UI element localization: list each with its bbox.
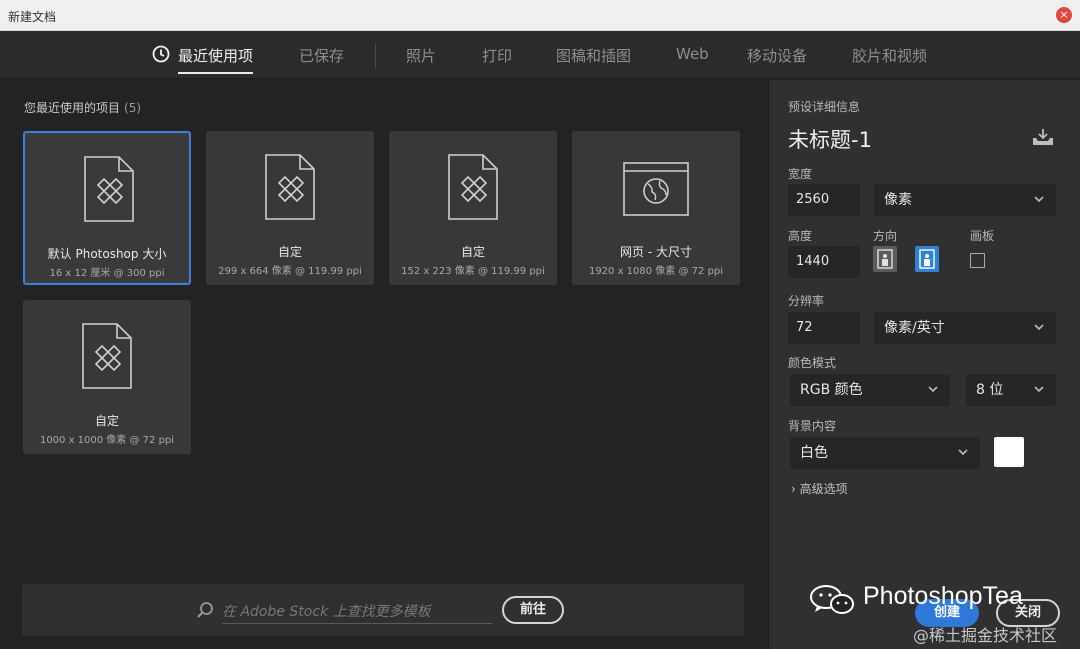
card-meta: 1920 x 1080 像素 @ 72 ppi — [588, 266, 724, 277]
orientation-label: 方向 — [873, 229, 898, 243]
category-tabs: 最近使用项 已保存 照片 打印 图稿和插图 Web 移动设备 胶片和视频 — [0, 31, 1080, 79]
width-input[interactable]: 2560 — [788, 184, 860, 216]
color-mode-select[interactable]: RGB 颜色 — [790, 374, 950, 406]
background-select[interactable]: 白色 — [790, 437, 980, 469]
landscape-orientation-button[interactable] — [915, 246, 939, 272]
artboard-checkbox[interactable] — [970, 253, 985, 268]
watermark-sub: @稀土掘金技术社区 — [913, 626, 1058, 645]
tab-saved[interactable]: 已保存 — [299, 45, 344, 66]
preset-details-panel: 预设详细信息 未标题-1 宽度 2560 像素 高度 方向 画板 1440 分辨… — [768, 80, 1080, 649]
go-button[interactable]: 前往 — [502, 596, 564, 624]
color-mode-value: RGB 颜色 — [800, 382, 863, 398]
card-meta: 16 x 12 厘米 @ 300 ppi — [49, 268, 165, 279]
web-document-icon — [623, 162, 689, 216]
tab-art-illustration[interactable]: 图稿和插图 — [556, 45, 631, 66]
background-value: 白色 — [800, 445, 828, 461]
search-icon — [197, 602, 213, 618]
title-bar: 新建文档 × — [0, 0, 1080, 31]
card-name: 自定 — [277, 245, 302, 259]
stock-search-bar: 在 Adobe Stock 上查找更多模板 前往 — [22, 584, 744, 636]
chevron-down-icon — [1034, 386, 1044, 393]
chevron-down-icon — [1034, 196, 1044, 203]
document-icon — [448, 154, 498, 220]
recent-item-custom-1[interactable]: 自定 299 x 664 像素 @ 119.99 ppi — [206, 131, 374, 285]
width-unit-select[interactable]: 像素 — [874, 184, 1056, 216]
height-input[interactable]: 1440 — [788, 246, 860, 278]
tab-recent[interactable]: 最近使用项 — [178, 45, 254, 74]
chevron-down-icon — [958, 449, 968, 456]
document-icon — [82, 323, 132, 389]
tab-photo[interactable]: 照片 — [406, 45, 436, 66]
card-meta: 299 x 664 像素 @ 119.99 ppi — [218, 266, 362, 277]
resolution-unit-select[interactable]: 像素/英寸 — [874, 312, 1056, 344]
recent-item-default-photoshop[interactable]: 默认 Photoshop 大小 16 x 12 厘米 @ 300 ppi — [23, 131, 191, 285]
watermark-brand: PhotoshopTea — [863, 582, 1023, 610]
tab-film-video[interactable]: 胶片和视频 — [852, 45, 927, 66]
chevron-down-icon — [1034, 324, 1044, 331]
advanced-options-label: 高级选项 — [799, 482, 848, 496]
document-icon — [84, 156, 134, 222]
card-name: 自定 — [460, 245, 485, 259]
height-label: 高度 — [788, 229, 813, 243]
portrait-icon — [877, 249, 893, 269]
clock-icon — [152, 45, 170, 63]
tab-divider — [375, 43, 376, 69]
artboard-label: 画板 — [970, 229, 995, 243]
recent-items-heading: 您最近使用的项目 (5) — [24, 99, 141, 116]
save-preset-icon[interactable] — [1032, 128, 1054, 146]
recent-item-custom-3[interactable]: 自定 1000 x 1000 像素 @ 72 ppi — [23, 300, 191, 454]
chevron-right-icon: › — [791, 482, 796, 496]
wechat-icon — [810, 585, 854, 614]
width-label: 宽度 — [788, 167, 813, 181]
card-meta: 152 x 223 像素 @ 119.99 ppi — [401, 266, 545, 277]
tab-recent-label: 最近使用项 — [178, 47, 254, 65]
bit-depth-select[interactable]: 8 位 — [966, 374, 1056, 406]
document-icon — [265, 154, 315, 220]
chevron-down-icon — [928, 386, 938, 393]
preset-details-label: 预设详细信息 — [788, 100, 861, 114]
color-mode-label: 颜色模式 — [788, 356, 837, 370]
portrait-orientation-button[interactable] — [873, 246, 897, 272]
bit-depth-value: 8 位 — [976, 382, 1004, 398]
card-name: 网页 - 大尺寸 — [620, 245, 692, 259]
recent-items-label: 您最近使用的项目 — [24, 101, 121, 115]
card-name: 自定 — [94, 414, 119, 428]
stock-search-input[interactable]: 在 Adobe Stock 上查找更多模板 — [222, 601, 431, 621]
recent-items-count: (5) — [124, 101, 142, 115]
window-title: 新建文档 — [8, 10, 57, 24]
background-label: 背景内容 — [788, 419, 837, 433]
tab-print[interactable]: 打印 — [482, 45, 512, 66]
person-icon — [919, 249, 935, 269]
background-color-swatch[interactable] — [994, 437, 1024, 467]
card-meta: 1000 x 1000 像素 @ 72 ppi — [39, 435, 175, 446]
resolution-input[interactable]: 72 — [788, 312, 860, 344]
tab-mobile[interactable]: 移动设备 — [747, 45, 807, 66]
tab-web[interactable]: Web — [676, 45, 709, 63]
resolution-unit-value: 像素/英寸 — [884, 320, 945, 336]
active-tab-underline — [178, 72, 254, 74]
search-underline — [222, 623, 492, 624]
recent-item-custom-2[interactable]: 自定 152 x 223 像素 @ 119.99 ppi — [389, 131, 557, 285]
advanced-options-toggle[interactable]: › 高级选项 — [791, 480, 848, 497]
document-name-field[interactable]: 未标题-1 — [788, 124, 872, 154]
card-name: 默认 Photoshop 大小 — [47, 247, 167, 261]
resolution-label: 分辨率 — [788, 294, 825, 308]
recent-item-web-large[interactable]: 网页 - 大尺寸 1920 x 1080 像素 @ 72 ppi — [572, 131, 740, 285]
width-unit-value: 像素 — [884, 192, 912, 208]
close-window-button[interactable]: × — [1056, 7, 1072, 23]
